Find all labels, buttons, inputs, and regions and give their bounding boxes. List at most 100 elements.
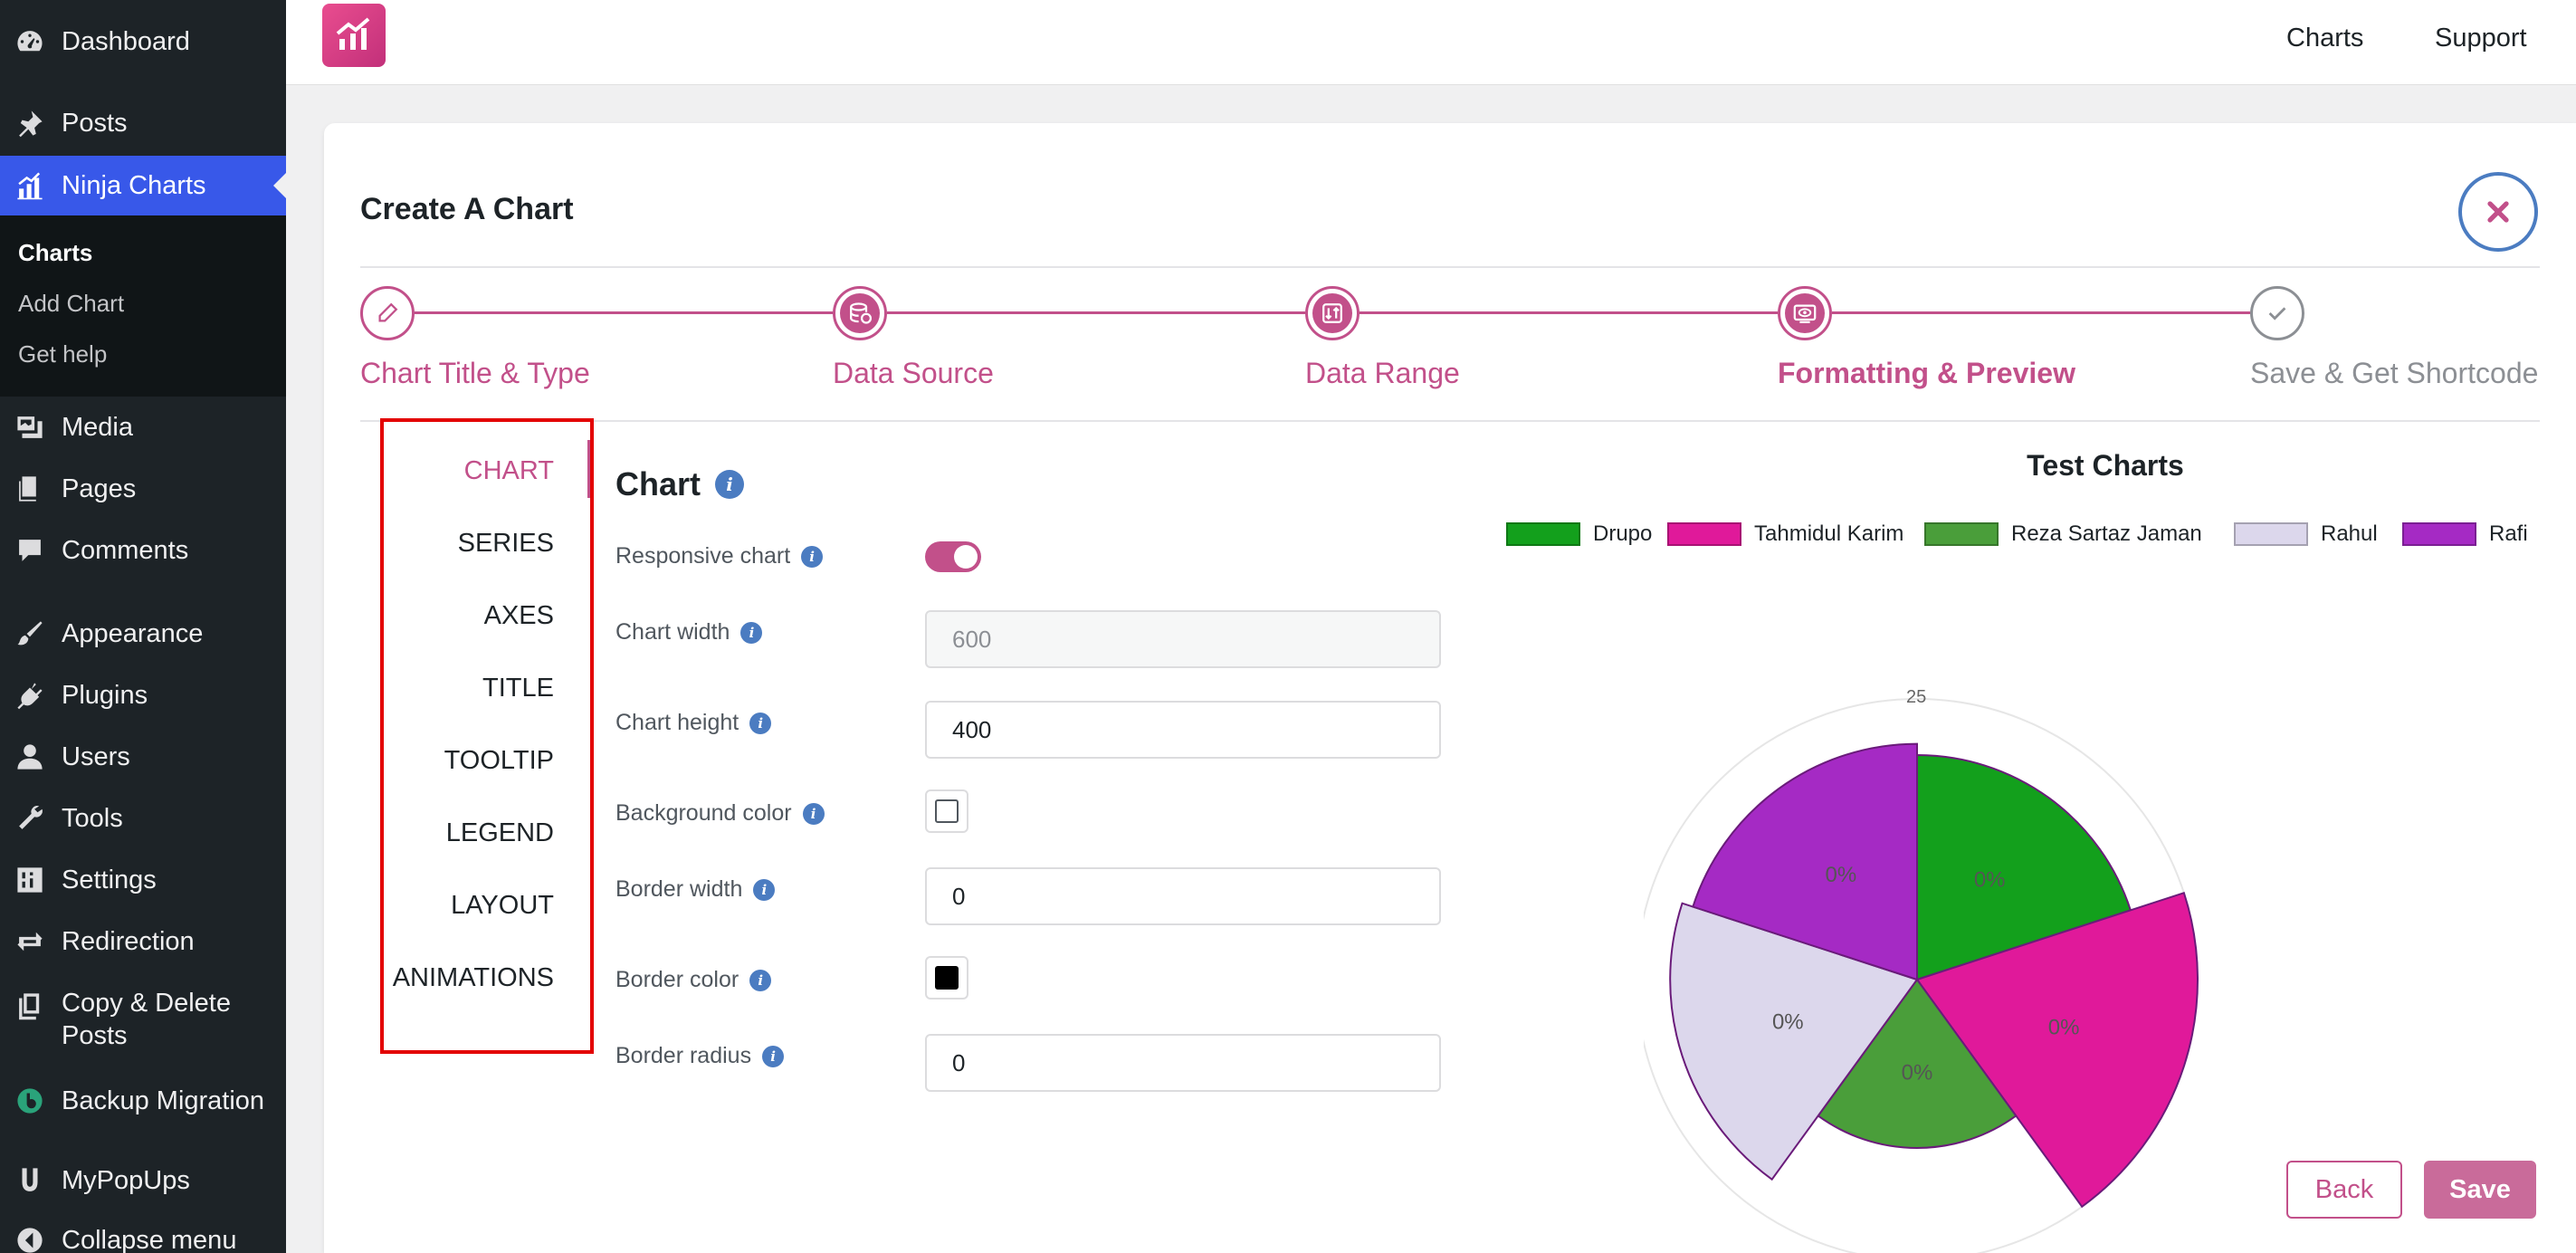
menu-label: Settings bbox=[62, 865, 157, 894]
chart-width-label: Chart width i bbox=[615, 619, 763, 646]
menu-label: Users bbox=[62, 741, 130, 771]
user-icon bbox=[14, 741, 45, 772]
color-swatch bbox=[935, 799, 959, 823]
submenu-charts[interactable]: Charts bbox=[18, 239, 92, 267]
top-link-charts[interactable]: Charts bbox=[2286, 24, 2363, 53]
label-text: Border color bbox=[615, 967, 739, 992]
tab-tooltip[interactable]: TOOLTIP bbox=[444, 746, 554, 776]
legend-item[interactable]: Drupo bbox=[1506, 521, 1652, 547]
top-bar: Charts Support bbox=[286, 0, 2576, 85]
menu-dashboard[interactable]: Dashboard bbox=[0, 14, 286, 69]
responsive-chart-toggle[interactable] bbox=[925, 541, 981, 572]
step-5-circle[interactable] bbox=[2250, 286, 2304, 340]
menu-users[interactable]: Users bbox=[0, 730, 286, 784]
menu-label: Plugins bbox=[62, 680, 148, 710]
menu-comments[interactable]: Comments bbox=[0, 523, 286, 578]
label-text: Responsive chart bbox=[615, 543, 791, 569]
step-1-circle[interactable] bbox=[360, 286, 415, 340]
tab-series[interactable]: SERIES bbox=[458, 529, 554, 559]
chart-width-input[interactable]: 600 bbox=[925, 610, 1441, 668]
menu-redirection[interactable]: Redirection bbox=[0, 914, 286, 969]
menu-ninja-charts[interactable]: Ninja Charts bbox=[0, 156, 286, 215]
legend-color-box bbox=[1924, 522, 1999, 546]
step-label-title-type[interactable]: Chart Title & Type bbox=[360, 357, 590, 390]
step-label-formatting-preview[interactable]: Formatting & Preview bbox=[1778, 357, 2075, 390]
legend-label: Reza Sartaz Jaman bbox=[2011, 521, 2202, 546]
menu-settings[interactable]: Settings bbox=[0, 853, 286, 907]
legend-item[interactable]: Reza Sartaz Jaman bbox=[1924, 521, 2202, 547]
menu-copy-delete-posts[interactable]: Copy & Delete Posts bbox=[0, 987, 286, 1059]
chart-height-label: Chart height i bbox=[615, 710, 772, 736]
info-icon[interactable]: i bbox=[802, 802, 825, 825]
tab-axes[interactable]: AXES bbox=[484, 601, 554, 631]
submenu-add-chart[interactable]: Add Chart bbox=[18, 290, 124, 318]
responsive-chart-label: Responsive chart i bbox=[615, 543, 824, 569]
menu-media[interactable]: Media bbox=[0, 400, 286, 454]
tab-animations[interactable]: ANIMATIONS bbox=[393, 963, 554, 993]
collapse-icon bbox=[14, 1225, 45, 1253]
menu-label: Posts bbox=[62, 108, 128, 138]
menu-pages[interactable]: Pages bbox=[0, 462, 286, 516]
menu-tools[interactable]: Tools bbox=[0, 791, 286, 846]
admin-sidebar: Dashboard Posts Ninja Charts Charts Add … bbox=[0, 0, 286, 1253]
divider bbox=[360, 420, 2540, 422]
legend-color-box bbox=[2402, 522, 2476, 546]
info-icon[interactable]: i bbox=[749, 712, 772, 734]
background-color-picker[interactable] bbox=[925, 789, 968, 833]
menu-appearance[interactable]: Appearance bbox=[0, 607, 286, 661]
step-label-data-range[interactable]: Data Range bbox=[1305, 357, 1460, 390]
save-button[interactable]: Save bbox=[2424, 1161, 2536, 1219]
menu-label: Appearance bbox=[62, 618, 204, 648]
legend-item[interactable]: Rafi bbox=[2402, 521, 2528, 547]
border-radius-input[interactable]: 0 bbox=[925, 1034, 1441, 1092]
step-2-circle[interactable] bbox=[833, 286, 887, 340]
menu-mypopups[interactable]: MyPopUps bbox=[0, 1153, 286, 1208]
popup-icon bbox=[14, 1165, 45, 1196]
wrench-icon bbox=[14, 803, 45, 834]
info-icon[interactable]: i bbox=[801, 545, 824, 568]
chart-title: Test Charts bbox=[2027, 449, 2184, 482]
back-button[interactable]: Back bbox=[2286, 1161, 2402, 1219]
step-3-circle[interactable] bbox=[1305, 286, 1360, 340]
menu-label: MyPopUps bbox=[62, 1165, 190, 1195]
pie-slice-label: 0% bbox=[1974, 868, 2006, 893]
divider bbox=[360, 266, 2540, 268]
step-label-data-source[interactable]: Data Source bbox=[833, 357, 994, 390]
color-swatch bbox=[935, 966, 959, 990]
info-icon[interactable]: i bbox=[762, 1045, 785, 1067]
info-icon[interactable]: i bbox=[749, 969, 772, 991]
close-button[interactable] bbox=[2458, 172, 2538, 252]
info-icon[interactable]: i bbox=[740, 621, 763, 644]
menu-plugins[interactable]: Plugins bbox=[0, 668, 286, 722]
legend-item[interactable]: Rahul bbox=[2234, 521, 2378, 547]
legend-item[interactable]: Tahmidul Karim bbox=[1667, 521, 1903, 547]
top-link-support[interactable]: Support bbox=[2435, 24, 2527, 53]
info-icon[interactable]: i bbox=[753, 878, 776, 901]
tab-layout[interactable]: LAYOUT bbox=[451, 891, 554, 921]
step-4-circle[interactable] bbox=[1778, 286, 1832, 340]
pie-slice-label: 0% bbox=[1772, 1009, 1804, 1034]
tab-chart[interactable]: CHART bbox=[464, 456, 554, 486]
toggle-knob bbox=[954, 545, 978, 569]
menu-label: Dashboard bbox=[62, 26, 190, 56]
media-icon bbox=[14, 412, 45, 443]
collapse-menu-button[interactable]: Collapse menu bbox=[0, 1213, 286, 1253]
ninja-charts-submenu: Charts Add Chart Get help bbox=[0, 215, 286, 397]
border-color-picker[interactable] bbox=[925, 956, 968, 1000]
menu-backup-migration[interactable]: Backup Migration bbox=[0, 1074, 286, 1128]
step-label-save-shortcode[interactable]: Save & Get Shortcode bbox=[2250, 357, 2538, 390]
tab-legend[interactable]: LEGEND bbox=[446, 818, 554, 848]
settings-tab-nav: CHART SERIES AXES TITLE TOOLTIP LEGEND L… bbox=[380, 418, 594, 1054]
close-icon bbox=[2487, 201, 2509, 223]
info-icon[interactable]: i bbox=[715, 470, 745, 499]
menu-label: Redirection bbox=[62, 926, 195, 956]
tab-title[interactable]: TITLE bbox=[482, 674, 554, 703]
border-width-input[interactable]: 0 bbox=[925, 867, 1441, 925]
ninja-charts-logo[interactable] bbox=[322, 4, 386, 67]
menu-posts[interactable]: Posts bbox=[0, 96, 286, 150]
label-text: Background color bbox=[615, 800, 792, 826]
legend-label: Rahul bbox=[2321, 521, 2378, 546]
chart-height-input[interactable]: 400 bbox=[925, 701, 1441, 759]
plug-icon bbox=[14, 680, 45, 711]
submenu-get-help[interactable]: Get help bbox=[18, 340, 107, 368]
